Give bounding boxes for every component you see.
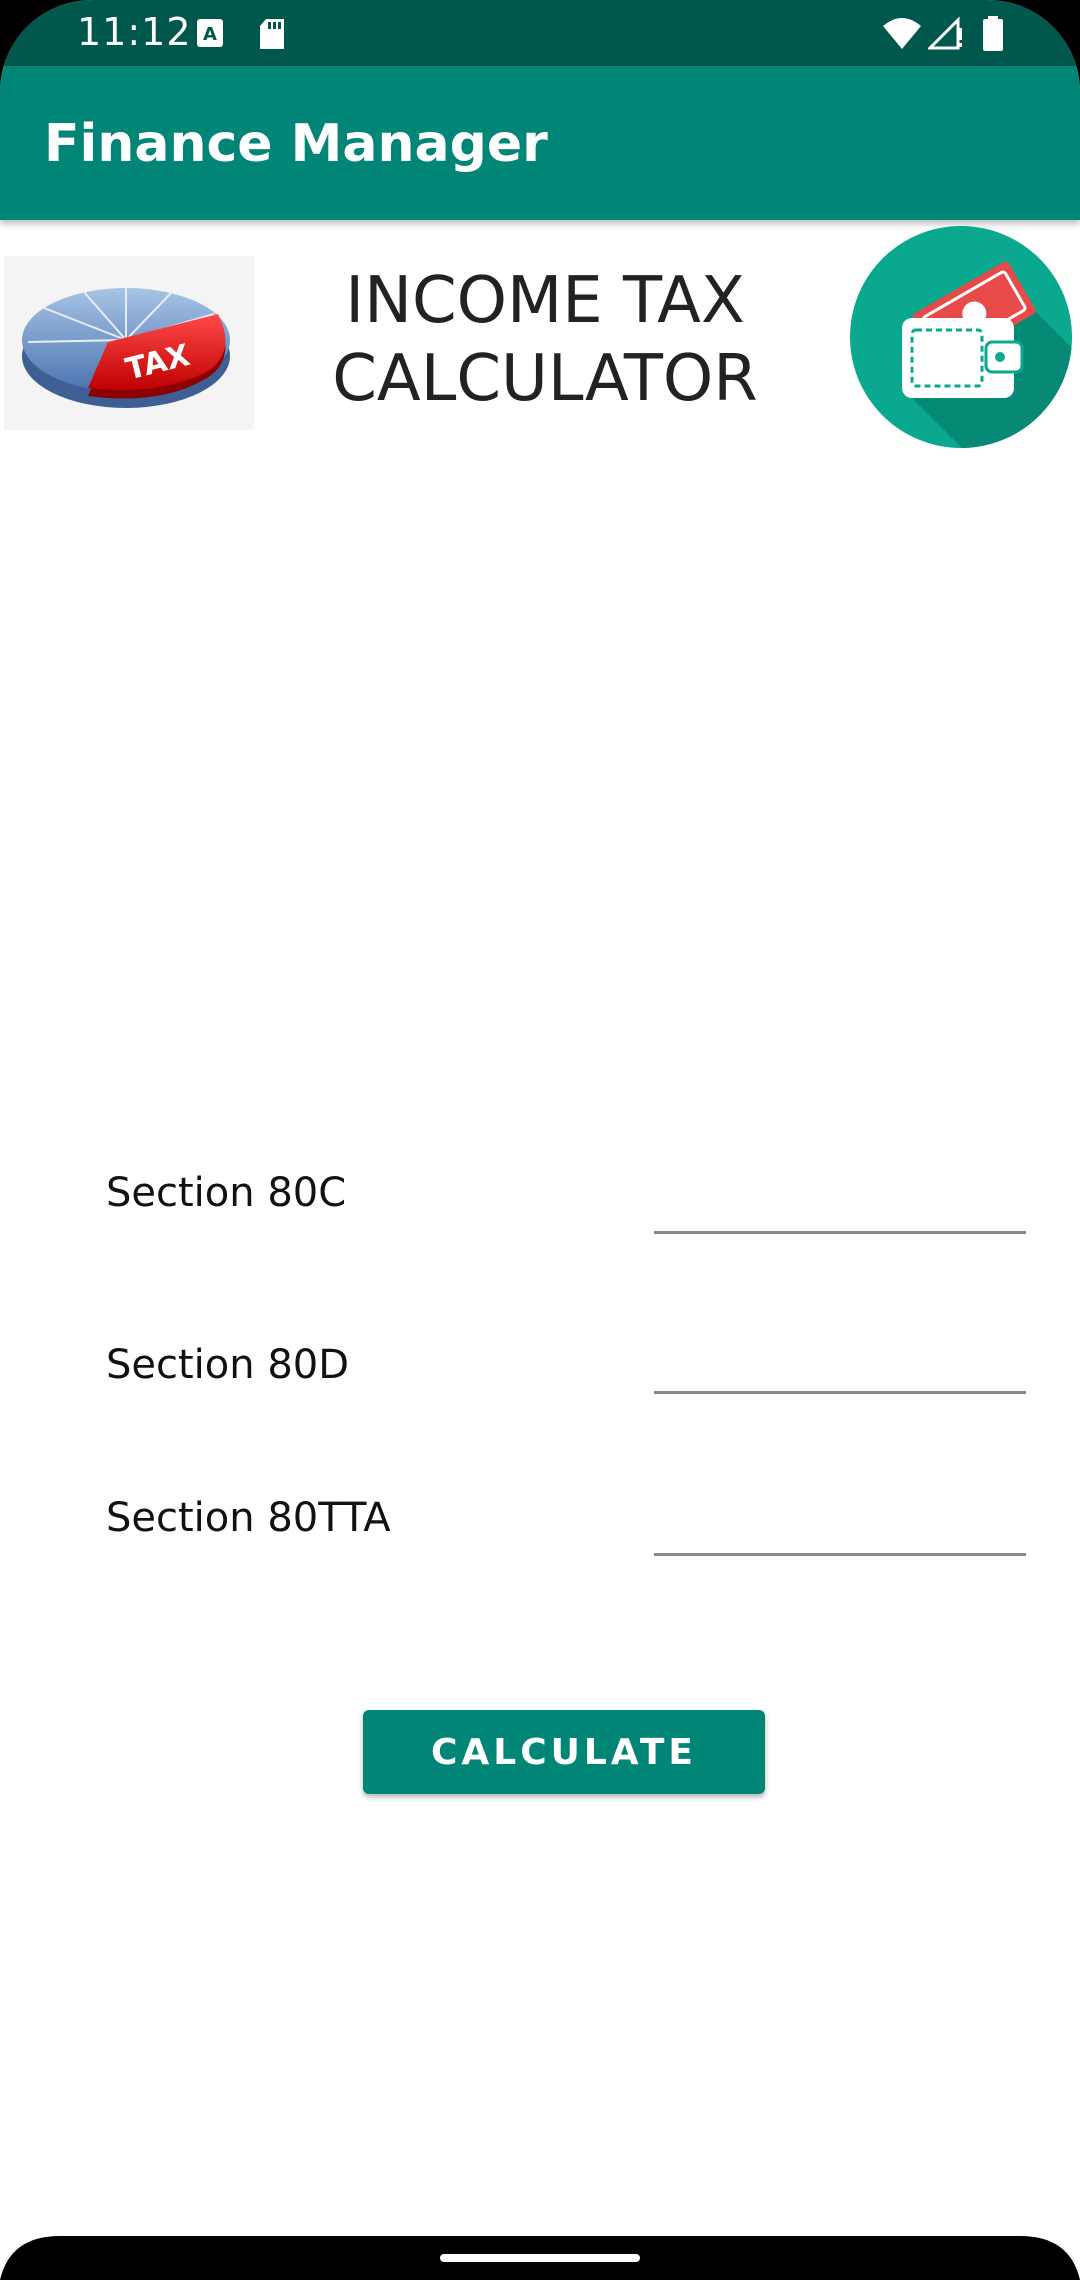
home-handle[interactable] (440, 2254, 640, 2262)
wifi-icon (882, 16, 922, 55)
app-title: Finance Manager (44, 114, 548, 174)
section-80c-input[interactable] (654, 1164, 1026, 1234)
status-bar: 11:12 A (0, 0, 1080, 66)
svg-text:A: A (203, 24, 217, 45)
a-notification-icon: A (196, 18, 224, 53)
app-bar: Finance Manager (0, 66, 1080, 220)
wallet-logo (850, 226, 1072, 448)
page-title-line2: CALCULATOR (332, 342, 758, 416)
signal-icon (926, 16, 964, 55)
section-80d-label: Section 80D (106, 1342, 350, 1388)
page-title: INCOME TAX CALCULATOR (290, 262, 800, 418)
status-time: 11:12 (77, 10, 192, 54)
page-title-line1: INCOME TAX (345, 264, 745, 338)
section-80tta-input[interactable] (654, 1486, 1026, 1556)
calculate-button[interactable]: CALCULATE (363, 1710, 765, 1794)
navigation-bar (0, 2236, 1080, 2280)
section-80tta-label: Section 80TTA (106, 1495, 391, 1541)
battery-icon (982, 16, 1004, 57)
screen: 11:12 A Finance Manager TAX INCOME TAX C… (0, 0, 1080, 2280)
section-80d-input[interactable] (654, 1324, 1026, 1394)
tax-pie-chart-image: TAX (4, 256, 254, 430)
section-80c-label: Section 80C (106, 1170, 347, 1216)
sd-card-icon (258, 18, 286, 55)
